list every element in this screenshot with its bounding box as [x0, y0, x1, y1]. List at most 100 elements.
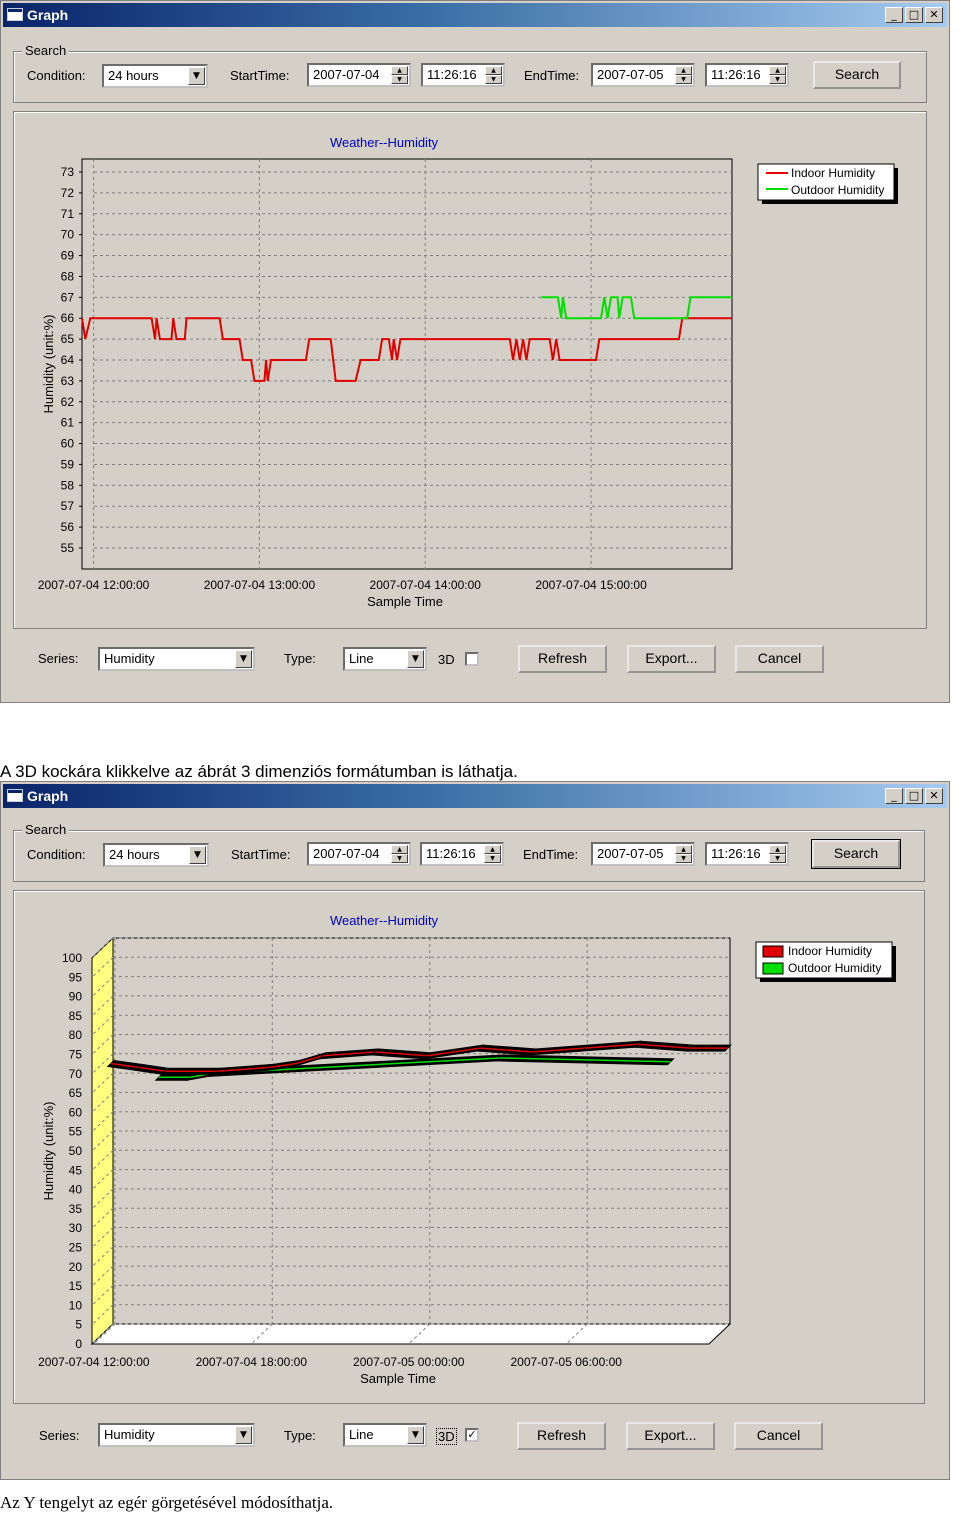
- legend: Indoor Humidity Outdoor Humidity: [757, 163, 898, 204]
- end-time-picker[interactable]: 11:26:16 ▲ ▼: [705, 842, 789, 866]
- maximize-button[interactable]: □: [905, 788, 923, 804]
- spin-down-icon[interactable]: ▼: [769, 75, 786, 84]
- x-axis-label: Sample Time: [360, 1371, 436, 1386]
- maximize-button[interactable]: □: [905, 7, 923, 23]
- spin-up-icon[interactable]: ▲: [675, 845, 692, 854]
- y-tick-label: 55: [69, 1125, 83, 1139]
- end-date-value: 2007-07-05: [597, 846, 664, 861]
- end-time-value: 11:26:16: [711, 846, 761, 861]
- end-date-spinner[interactable]: ▲ ▼: [675, 845, 692, 863]
- y-tick-label: 70: [61, 228, 75, 242]
- cancel-button[interactable]: Cancel: [735, 645, 824, 673]
- spin-up-icon[interactable]: ▲: [391, 845, 408, 854]
- chevron-down-icon[interactable]: ▼: [188, 67, 205, 85]
- y-tick-label: 45: [69, 1163, 83, 1177]
- y-tick-label: 71: [61, 207, 75, 221]
- start-time-spinner[interactable]: ▲ ▼: [485, 66, 502, 84]
- legend-swatch-outdoor: [762, 962, 784, 975]
- series-value: Humidity: [104, 1427, 155, 1442]
- type-select[interactable]: Line ▼: [343, 647, 427, 671]
- start-date-spinner[interactable]: ▲ ▼: [391, 66, 408, 84]
- start-date-value: 2007-07-04: [313, 846, 380, 861]
- chart-panel: Weather--Humidity 100 95 90 85 80 75 70 65 60 55 5…: [13, 890, 925, 1404]
- chevron-down-icon[interactable]: ▼: [189, 846, 206, 864]
- spin-up-icon[interactable]: ▲: [769, 66, 786, 75]
- spin-down-icon[interactable]: ▼: [391, 854, 408, 863]
- search-group-title: Search: [22, 822, 70, 837]
- condition-value: 24 hours: [109, 847, 160, 862]
- start-date-picker[interactable]: 2007-07-04 ▲ ▼: [307, 842, 411, 866]
- y-axis-label: Humidity (unit:%): [41, 1102, 56, 1201]
- y-tick-label: 59: [61, 457, 75, 471]
- spin-up-icon[interactable]: ▲: [391, 66, 408, 75]
- spin-up-icon[interactable]: ▲: [485, 66, 502, 75]
- close-button[interactable]: ✕: [925, 788, 943, 804]
- spin-down-icon[interactable]: ▼: [675, 854, 692, 863]
- spin-down-icon[interactable]: ▼: [675, 75, 692, 84]
- x-tick-label: 2007-07-05 00:00:00: [353, 1355, 465, 1369]
- search-group-title: Search: [22, 43, 70, 58]
- start-time-label: StartTime:: [231, 847, 291, 862]
- start-time-spinner[interactable]: ▲ ▼: [484, 845, 501, 863]
- chevron-down-icon[interactable]: ▼: [407, 650, 424, 668]
- end-date-picker[interactable]: 2007-07-05 ▲ ▼: [591, 842, 695, 866]
- x-tick-label: 2007-07-05 06:00:00: [511, 1355, 623, 1369]
- y-tick-label: 63: [61, 374, 75, 388]
- legend-label-outdoor: Outdoor Humidity: [791, 183, 884, 197]
- 3d-checkbox[interactable]: [465, 652, 479, 666]
- condition-select[interactable]: 24 hours ▼: [102, 64, 208, 88]
- spin-down-icon[interactable]: ▼: [769, 854, 786, 863]
- minimize-button[interactable]: _: [885, 788, 903, 804]
- type-select[interactable]: Line ▼: [343, 1423, 427, 1447]
- spin-down-icon[interactable]: ▼: [485, 75, 502, 84]
- chart-title: Weather--Humidity: [330, 135, 439, 150]
- refresh-button[interactable]: Refresh: [517, 1422, 606, 1450]
- y-tick-label: 65: [61, 332, 75, 346]
- chevron-down-icon[interactable]: ▼: [407, 1426, 424, 1444]
- refresh-button[interactable]: Refresh: [518, 645, 607, 673]
- caption-3d-hint: A 3D kockára klikkelve az ábrát 3 dimenz…: [0, 762, 518, 781]
- chevron-down-icon[interactable]: ▼: [235, 650, 252, 668]
- legend-label-outdoor: Outdoor Humidity: [788, 961, 881, 975]
- 3d-checkbox[interactable]: ✓: [465, 1428, 479, 1442]
- y-tick-label: 67: [61, 290, 75, 304]
- chevron-down-icon[interactable]: ▼: [235, 1426, 252, 1444]
- series-select[interactable]: Humidity ▼: [98, 1423, 255, 1447]
- start-date-picker[interactable]: 2007-07-04 ▲ ▼: [307, 63, 411, 87]
- end-time-value: 11:26:16: [711, 67, 761, 82]
- end-date-spinner[interactable]: ▲ ▼: [675, 66, 692, 84]
- y-tick-label: 15: [69, 1279, 83, 1293]
- spin-down-icon[interactable]: ▼: [391, 75, 408, 84]
- spin-up-icon[interactable]: ▲: [484, 845, 501, 854]
- end-date-picker[interactable]: 2007-07-05 ▲ ▼: [591, 63, 695, 87]
- search-button[interactable]: Search: [813, 61, 901, 89]
- legend: Indoor Humidity Outdoor Humidity: [755, 941, 896, 982]
- title-bar[interactable]: Graph _ □ ✕: [3, 784, 947, 808]
- cancel-button[interactable]: Cancel: [734, 1422, 823, 1450]
- type-label: Type:: [284, 1428, 316, 1443]
- condition-select[interactable]: 24 hours ▼: [103, 843, 209, 867]
- search-button[interactable]: Search: [811, 839, 901, 869]
- title-bar[interactable]: Graph _ □ ✕: [3, 3, 947, 27]
- y-tick-label: 100: [62, 951, 82, 965]
- end-time-spinner[interactable]: ▲ ▼: [769, 66, 786, 84]
- y-tick-label: 20: [69, 1260, 83, 1274]
- export-button[interactable]: Export...: [627, 645, 716, 673]
- end-time-picker[interactable]: 11:26:16 ▲ ▼: [705, 63, 789, 87]
- export-button[interactable]: Export...: [626, 1422, 715, 1450]
- plot-area: [81, 158, 733, 570]
- floor: [90, 1323, 732, 1345]
- close-button[interactable]: ✕: [925, 7, 943, 23]
- y-tick-label: 95: [69, 970, 83, 984]
- spin-down-icon[interactable]: ▼: [484, 854, 501, 863]
- start-time-picker[interactable]: 11:26:16 ▲ ▼: [420, 842, 504, 866]
- chart-title: Weather--Humidity: [330, 913, 439, 928]
- start-date-spinner[interactable]: ▲ ▼: [391, 845, 408, 863]
- start-time-picker[interactable]: 11:26:16 ▲ ▼: [421, 63, 505, 87]
- minimize-button[interactable]: _: [885, 7, 903, 23]
- end-time-spinner[interactable]: ▲ ▼: [769, 845, 786, 863]
- spin-up-icon[interactable]: ▲: [769, 845, 786, 854]
- series-select[interactable]: Humidity ▼: [98, 647, 255, 671]
- spin-up-icon[interactable]: ▲: [675, 66, 692, 75]
- x-axis-label: Sample Time: [367, 594, 443, 609]
